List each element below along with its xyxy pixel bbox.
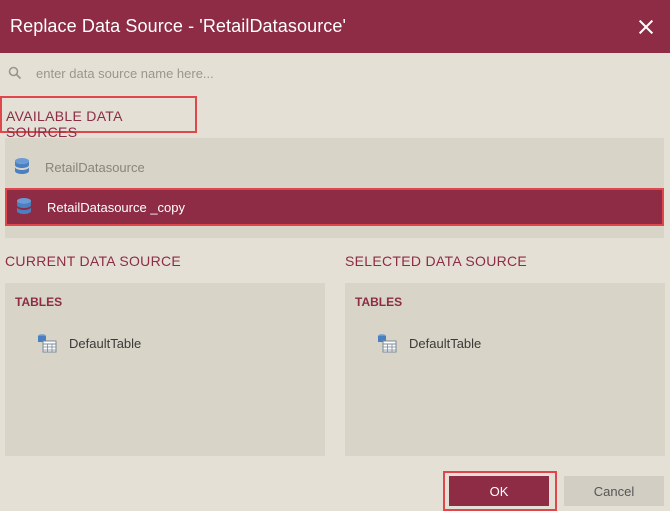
- data-source-label: RetailDatasource _copy: [47, 199, 186, 215]
- database-icon: [15, 158, 29, 174]
- table-item: DefaultTable: [377, 333, 481, 353]
- table-icon: [378, 334, 397, 353]
- data-source-item[interactable]: RetailDatasource: [5, 148, 664, 186]
- selected-data-source-heading: SELECTED DATA SOURCE: [345, 253, 528, 269]
- search-input[interactable]: [36, 65, 536, 81]
- table-name: DefaultTable: [69, 335, 142, 351]
- data-source-item-selected[interactable]: RetailDatasource _copy: [5, 188, 664, 226]
- dialog-titlebar: Replace Data Source - 'RetailDatasource': [0, 0, 670, 53]
- tables-label: TABLES: [355, 295, 403, 309]
- ok-button[interactable]: OK: [449, 476, 549, 506]
- tables-label: TABLES: [15, 295, 63, 309]
- available-data-sources-heading: AVAILABLE DATA SOURCES: [0, 96, 197, 140]
- current-data-source-panel: TABLES DefaultTable: [5, 283, 325, 456]
- cancel-button[interactable]: Cancel: [564, 476, 664, 506]
- dialog-title: Replace Data Source - 'RetailDatasource': [10, 16, 347, 36]
- database-icon: [17, 198, 31, 214]
- table-name: DefaultTable: [409, 335, 482, 351]
- search-icon: [8, 66, 22, 80]
- current-data-source-heading: CURRENT DATA SOURCE: [5, 253, 182, 269]
- search-bar: [0, 53, 670, 93]
- table-item: DefaultTable: [37, 333, 141, 353]
- data-source-list: RetailDatasource RetailDatasource _copy: [5, 138, 664, 238]
- table-icon: [38, 334, 57, 353]
- data-source-label: RetailDatasource: [45, 159, 145, 175]
- close-icon[interactable]: [634, 15, 658, 39]
- selected-data-source-panel: TABLES DefaultTable: [345, 283, 665, 456]
